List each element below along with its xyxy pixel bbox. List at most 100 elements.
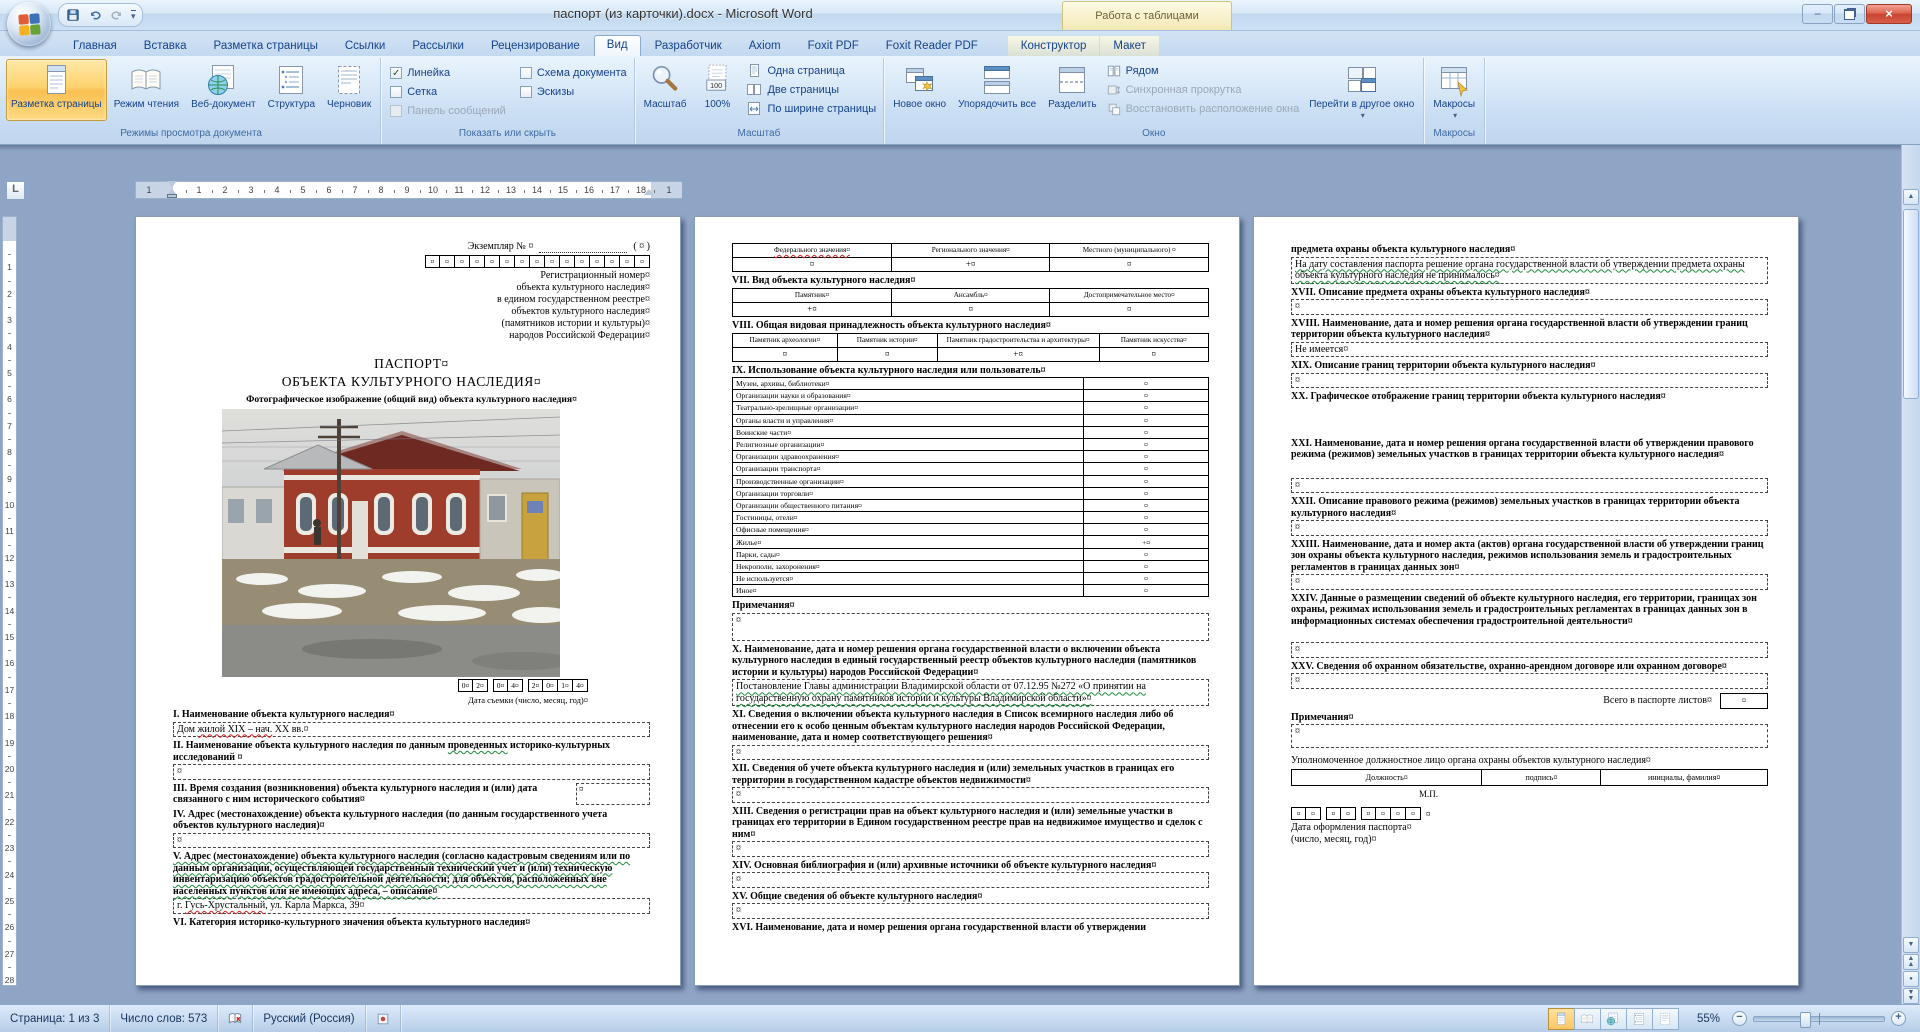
print-layout-button[interactable]: Разметка страницы: [6, 59, 107, 121]
office-button[interactable]: [7, 2, 51, 46]
close-button[interactable]: ×: [1866, 4, 1912, 24]
doc-spacer: [1291, 403, 1768, 435]
ruler-number: 21: [3, 790, 16, 800]
ruler-number: 3: [248, 185, 253, 195]
zoom-slider-track[interactable]: [1753, 1016, 1885, 1022]
zoom-in-button[interactable]: +: [1891, 1011, 1906, 1026]
new-window-button[interactable]: Новое окно: [888, 59, 951, 121]
zoom-100-button[interactable]: 100 100%: [693, 59, 741, 121]
doc-table: Памятник археологии¤Памятник истории¤Пам…: [732, 333, 1209, 362]
tab-5-рассылки[interactable]: Рассылки: [399, 36, 477, 56]
outline-view-button[interactable]: Структура: [263, 59, 320, 121]
doc-usage-table: Музеи, архивы, библиотеки¤¤Организации н…: [732, 377, 1209, 597]
indent-marker[interactable]: [167, 181, 177, 187]
doc-field-box: На дату составления паспорта решение орг…: [1291, 257, 1768, 284]
web-layout-button[interactable]: Веб-документ: [186, 59, 261, 121]
zoom-out-button[interactable]: −: [1732, 1011, 1747, 1026]
tab-6-рецензирование[interactable]: Рецензирование: [478, 36, 593, 56]
document-map-checkbox[interactable]: Схема документа: [520, 63, 627, 82]
one-page-button[interactable]: Одна страница: [742, 61, 880, 80]
document-page-1[interactable]: Экземпляр № ¤( ¤ )¤¤¤¤¤¤¤¤¤¤¤¤¤¤¤Регистр…: [135, 216, 681, 986]
scroll-up-button[interactable]: ▲: [1903, 189, 1919, 205]
doc-paragraph: (число, месяц, год)¤: [1291, 834, 1768, 846]
doc-section-heading: ¤III. Время создания (возникновения) объ…: [173, 783, 650, 806]
right-indent-marker[interactable]: [644, 189, 654, 195]
checkbox-icon: [520, 86, 532, 98]
button-label: Новое окно: [893, 99, 946, 110]
button-label: Структура: [268, 99, 315, 110]
status-language[interactable]: Русский (Россия): [253, 1005, 365, 1032]
button-label: Черновик: [327, 99, 371, 110]
ruler-tick: [342, 190, 343, 193]
tab-9-axiom[interactable]: Axiom: [736, 36, 794, 56]
vertical-ruler[interactable]: 1234567891011121314151617181920212223242…: [2, 216, 17, 986]
previous-page-button[interactable]: ▲▲: [1903, 954, 1919, 970]
gridlines-checkbox[interactable]: Сетка: [390, 82, 506, 101]
doc-field-box: ¤: [1291, 724, 1768, 748]
tab-1-главная[interactable]: Главная: [60, 36, 130, 56]
tab-10-foxit-pdf[interactable]: Foxit PDF: [795, 36, 872, 56]
view-button-web-layout[interactable]: [1600, 1008, 1627, 1030]
group-zoom: Масштаб 100 100% Одна страница Две стран…: [635, 58, 885, 144]
tab-3-разметка-страницы[interactable]: Разметка страницы: [201, 36, 331, 56]
doc-field-box: Не имеется¤: [1291, 342, 1768, 358]
ruler-number: 17: [3, 685, 16, 695]
tab-4-ссылки[interactable]: Ссылки: [332, 36, 399, 56]
switch-windows-button[interactable]: Перейти в другое окно ▾: [1304, 59, 1419, 121]
tab-13-макет[interactable]: Макет: [1100, 36, 1159, 56]
group-show-hide: ✓ Линейка Сетка Панель сообщений: [381, 58, 634, 144]
doc-field-box: ¤: [1291, 478, 1768, 494]
ruler-tick: [212, 190, 213, 193]
zoom-button[interactable]: Масштаб: [639, 59, 692, 121]
scroll-down-button[interactable]: ▼: [1903, 937, 1919, 953]
view-button-draft[interactable]: [1652, 1008, 1679, 1030]
document-page-3[interactable]: предмета охраны объекта культурного насл…: [1253, 216, 1799, 986]
two-pages-button[interactable]: Две страницы: [742, 80, 880, 99]
scrollbar-thumb[interactable]: [1903, 209, 1919, 399]
table-header-cell: Памятник истории¤: [837, 334, 937, 348]
arrange-all-button[interactable]: Упорядочить все: [953, 59, 1041, 121]
status-word-count[interactable]: Число слов: 573: [110, 1005, 218, 1032]
split-button[interactable]: Разделить: [1043, 59, 1101, 121]
tab-8-разработчик[interactable]: Разработчик: [642, 36, 735, 56]
group-document-views: Разметка страницы Режим чтения Веб-докум…: [2, 58, 381, 144]
status-macro-record-button[interactable]: [366, 1005, 401, 1032]
view-button-print-layout[interactable]: [1548, 1008, 1575, 1030]
document-page-2[interactable]: Федерального значения¤Регионального знач…: [694, 216, 1240, 986]
select-browse-object-button[interactable]: ●: [1903, 971, 1919, 987]
full-screen-reading-button[interactable]: Режим чтения: [109, 59, 184, 121]
checkbox-label: Сетка: [407, 86, 437, 98]
minimize-button[interactable]: −: [1802, 4, 1833, 24]
tab-stop-selector[interactable]: L: [6, 181, 25, 200]
ruler-tick: [8, 729, 11, 730]
ruler-checkbox[interactable]: ✓ Линейка: [390, 63, 506, 82]
horizontal-ruler[interactable]: 11234567891011121314151617181: [135, 181, 681, 199]
full-screen-reading-icon: [1580, 1012, 1594, 1026]
thumbnails-checkbox[interactable]: Эскизы: [520, 82, 627, 101]
view-side-by-side-button[interactable]: Рядом: [1103, 61, 1304, 80]
zoom-level-button[interactable]: 55%: [1689, 1013, 1728, 1025]
table-value-cell: ¤: [1099, 347, 1209, 361]
restore-button[interactable]: [1834, 4, 1865, 24]
tab-12-конструктор[interactable]: Конструктор: [1008, 36, 1100, 56]
view-button-full-screen-reading[interactable]: [1574, 1008, 1601, 1030]
ruler-number: 9: [404, 185, 409, 195]
tab-2-вставка[interactable]: Вставка: [131, 36, 200, 56]
usage-label-cell: Организации общественного питания¤: [733, 499, 1084, 511]
draft-view-button[interactable]: Черновик: [322, 59, 376, 121]
view-button-outline[interactable]: [1626, 1008, 1653, 1030]
table-row: Жилье¤+¤: [733, 536, 1209, 548]
status-page-indicator[interactable]: Страница: 1 из 3: [0, 1005, 110, 1032]
print-layout-icon: [1554, 1012, 1568, 1026]
status-proofing-button[interactable]: [218, 1005, 253, 1032]
ruler-number: 23: [3, 843, 16, 853]
zoom-slider-thumb[interactable]: [1800, 1012, 1811, 1028]
tab-7-вид[interactable]: Вид: [594, 35, 641, 56]
svg-text:100: 100: [711, 81, 723, 90]
macros-button[interactable]: Макросы ▾: [1428, 59, 1480, 121]
tab-11-foxit-reader-pdf[interactable]: Foxit Reader PDF: [873, 36, 991, 56]
vertical-scrollbar[interactable]: ▲ ▼ ▲▲ ● ▼▼: [1901, 145, 1920, 1004]
next-page-button[interactable]: ▼▼: [1903, 988, 1919, 1004]
indent-marker[interactable]: [167, 194, 177, 198]
page-width-button[interactable]: По ширине страницы: [742, 99, 880, 118]
